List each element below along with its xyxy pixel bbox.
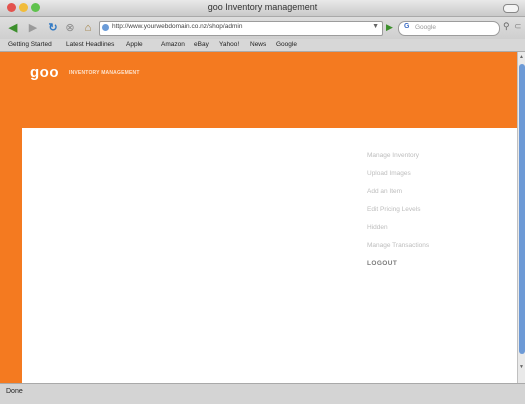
menu-item-manage-inventory[interactable]: Manage Inventory	[367, 152, 429, 170]
menu-item-add-item[interactable]: Add an Item	[367, 188, 429, 206]
address-bar[interactable]: http://www.yourwebdomain.co.nz/shop/admi…	[99, 21, 383, 36]
status-text: Done	[6, 388, 23, 395]
navigation-toolbar: ◀ ▶ ↻ ⊗ ⌂ http://www.yourwebdomain.co.nz…	[0, 17, 525, 39]
scrollbar-thumb[interactable]	[519, 64, 525, 354]
bookmarks-bar: Getting Started Latest Headlines Apple A…	[0, 39, 525, 52]
admin-menu: Manage Inventory Upload Images Add an It…	[367, 152, 429, 278]
scroll-down-icon[interactable]: ▼	[519, 364, 524, 370]
history-dropdown-icon[interactable]: ▼	[372, 23, 379, 30]
page-viewport: goo INVENTORY MANAGEMENT Manage Inventor…	[0, 52, 517, 383]
bookmark-ebay[interactable]: eBay	[194, 41, 209, 48]
stop-icon: ⊗	[65, 22, 75, 34]
toolbar-toggle-button[interactable]	[503, 4, 519, 13]
bookmark-latest-headlines[interactable]: Latest Headlines	[66, 41, 114, 48]
search-icon[interactable]: ⚲	[503, 21, 510, 32]
bookmark-apple[interactable]: Apple	[126, 41, 143, 48]
address-text: http://www.yourwebdomain.co.nz/shop/admi…	[112, 23, 243, 30]
bookmark-news[interactable]: News	[250, 41, 266, 48]
home-button[interactable]: ⌂	[81, 21, 95, 35]
bookmark-getting-started[interactable]: Getting Started	[8, 41, 52, 48]
title-bar: goo Inventory management	[0, 0, 525, 17]
vertical-scrollbar[interactable]: ▲ ▼	[517, 52, 525, 383]
forward-arrow-icon: ▶	[28, 22, 38, 34]
menu-item-manage-transactions[interactable]: Manage Transactions	[367, 242, 429, 260]
site-logo-subtitle: INVENTORY MANAGEMENT	[69, 70, 140, 76]
menu-item-upload-images[interactable]: Upload Images	[367, 170, 429, 188]
window-title: goo Inventory management	[207, 2, 318, 12]
search-placeholder: Google	[415, 24, 436, 31]
left-accent-strip	[0, 128, 22, 383]
browser-window: goo Inventory management ◀ ▶ ↻ ⊗ ⌂ http:…	[0, 0, 525, 404]
home-icon: ⌂	[84, 22, 92, 34]
toolbar-extension-icon[interactable]: ⊂	[514, 21, 522, 32]
status-bar: Done	[0, 383, 525, 404]
site-logo[interactable]: goo	[30, 64, 59, 81]
stop-button[interactable]: ⊗	[63, 21, 77, 35]
menu-item-logout[interactable]: LOGOUT	[367, 260, 429, 278]
back-button[interactable]: ◀	[6, 21, 20, 35]
back-arrow-icon: ◀	[8, 22, 18, 34]
scroll-up-icon[interactable]: ▲	[519, 54, 524, 60]
search-engine-icon[interactable]: G	[404, 23, 409, 30]
site-favicon-icon	[102, 24, 109, 31]
menu-item-hidden[interactable]: Hidden	[367, 224, 429, 242]
reload-button[interactable]: ↻	[46, 21, 60, 35]
forward-button[interactable]: ▶	[26, 21, 40, 35]
go-arrow-icon: ▶	[386, 22, 393, 32]
bookmark-yahoo[interactable]: Yahoo!	[219, 41, 239, 48]
search-field[interactable]: G Google	[398, 21, 500, 36]
go-button[interactable]: ▶	[386, 22, 393, 33]
site-header: goo INVENTORY MANAGEMENT	[0, 52, 517, 128]
bookmark-amazon[interactable]: Amazon	[161, 41, 185, 48]
reload-icon: ↻	[48, 22, 58, 34]
menu-item-edit-pricing-levels[interactable]: Edit Pricing Levels	[367, 206, 429, 224]
bookmark-google[interactable]: Google	[276, 41, 297, 48]
